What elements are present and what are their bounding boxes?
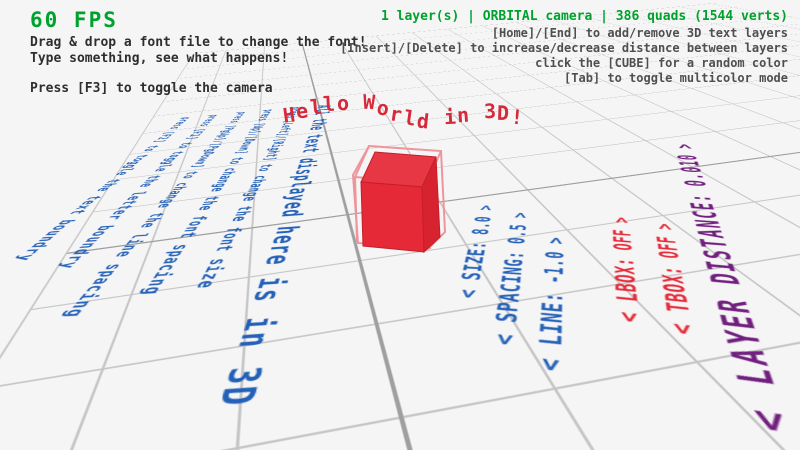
status-line: 1 layer(s) | ORBITAL camera | 386 quads … <box>381 9 788 24</box>
help-block: [Home]/[End] to add/remove 3D text layer… <box>340 26 788 86</box>
help-line-distance: [Insert]/[Delete] to increase/decrease d… <box>340 41 788 56</box>
instruction-line-dragdrop: Drag & drop a font file to change the fo… <box>30 35 367 51</box>
instruction-line-type: Type something, see what happens! <box>30 51 367 67</box>
scene-viewport[interactable]: All the text displayed here is in 3D pre… <box>0 0 800 450</box>
instructions-block: Drag & drop a font file to change the fo… <box>30 35 367 97</box>
cube-faces <box>361 152 440 252</box>
spacer <box>30 67 367 81</box>
help-line-layers: [Home]/[End] to add/remove 3D text layer… <box>340 26 788 41</box>
help-line-cube-color: click the [CUBE] for a random color <box>340 56 788 71</box>
instruction-line-camera: Press [F3] to toggle the camera <box>30 81 367 97</box>
fps-counter: 60 FPS <box>30 8 118 32</box>
hello-world-3d-text: Hello World in 3D! <box>282 92 532 152</box>
help-line-multicolor: [Tab] to toggle multicolor mode <box>340 71 788 86</box>
